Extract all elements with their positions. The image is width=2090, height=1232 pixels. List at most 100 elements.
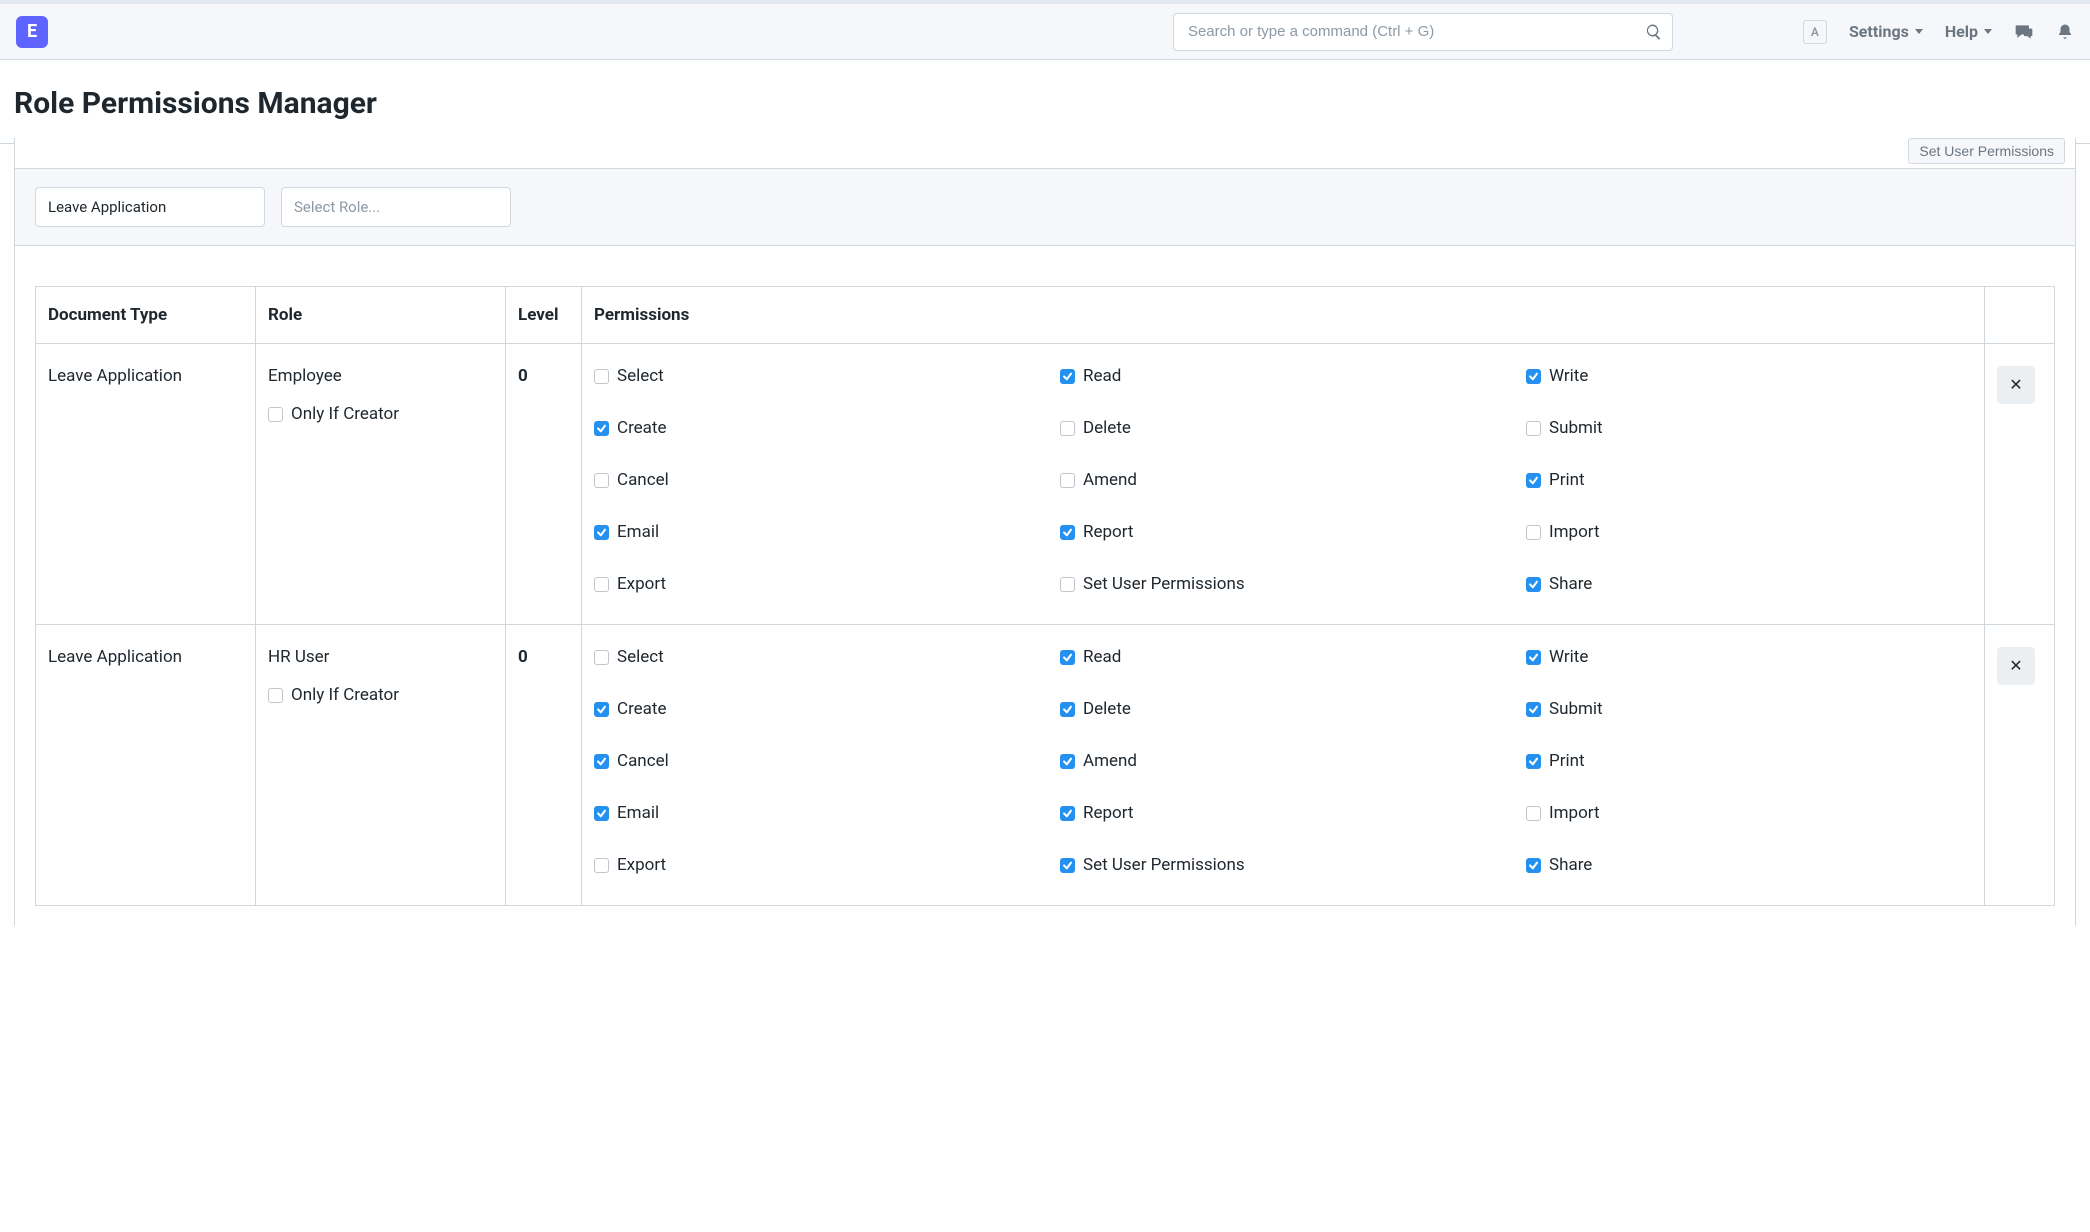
checkbox-box <box>594 806 609 821</box>
help-dropdown[interactable]: Help <box>1945 22 1992 41</box>
content-frame: Set User Permissions Leave Application S… <box>14 138 2076 926</box>
perm-checkbox[interactable]: Select <box>594 366 1040 386</box>
search-input[interactable] <box>1173 13 1673 51</box>
checkbox-box <box>1526 577 1541 592</box>
perm-checkbox[interactable]: Create <box>594 418 1040 438</box>
doctype-filter[interactable]: Leave Application <box>35 187 265 227</box>
perm-label: Share <box>1549 574 1592 594</box>
table-row: Leave Application HR User Only If Creator 0… <box>36 625 2055 906</box>
perm-checkbox[interactable]: Import <box>1526 803 1972 823</box>
navbar: E A Settings Help <box>0 0 2090 60</box>
perm-checkbox[interactable]: Print <box>1526 470 1972 490</box>
delete-row-button[interactable]: ✕ <box>1997 366 2035 404</box>
checkbox-box <box>1526 806 1541 821</box>
checkbox-box <box>1060 650 1075 665</box>
doctype-filter-value: Leave Application <box>48 198 166 216</box>
checkbox-box <box>1526 473 1541 488</box>
perm-label: Read <box>1083 366 1121 386</box>
checkbox-box <box>1526 650 1541 665</box>
perm-checkbox[interactable]: Submit <box>1526 699 1972 719</box>
cell-doctype: Leave Application <box>36 625 256 906</box>
perm-checkbox[interactable]: Report <box>1060 522 1506 542</box>
table-row: Leave ApplicationEmployeeOnly If Creator… <box>36 344 2055 625</box>
perm-label: Submit <box>1549 418 1603 438</box>
delete-row-button[interactable]: ✕ <box>1997 647 2035 685</box>
perm-checkbox[interactable]: Email <box>594 522 1040 542</box>
perm-label: Amend <box>1083 751 1137 771</box>
perm-checkbox[interactable]: Share <box>1526 855 1972 875</box>
perm-checkbox[interactable]: Read <box>1060 366 1506 386</box>
perm-label: Write <box>1549 647 1588 667</box>
col-role-header: Role <box>256 287 506 344</box>
checkbox-box <box>594 858 609 873</box>
close-icon: ✕ <box>2009 375 2022 395</box>
toolbar-row: Set User Permissions <box>15 138 2075 168</box>
checkbox-box <box>594 577 609 592</box>
col-level-header: Level <box>506 287 582 344</box>
perm-label: Delete <box>1083 699 1131 719</box>
perm-checkbox[interactable]: Import <box>1526 522 1972 542</box>
perm-checkbox[interactable]: Export <box>594 574 1040 594</box>
perm-checkbox[interactable]: Report <box>1060 803 1506 823</box>
perm-checkbox[interactable]: Set User Permissions <box>1060 855 1506 875</box>
perm-checkbox[interactable]: Share <box>1526 574 1972 594</box>
role-filter[interactable]: Select Role... <box>281 187 511 227</box>
perm-checkbox[interactable]: Email <box>594 803 1040 823</box>
set-user-permissions-button[interactable]: Set User Permissions <box>1908 138 2065 164</box>
checkbox-box <box>1060 369 1075 384</box>
perm-checkbox[interactable]: Amend <box>1060 470 1506 490</box>
perm-checkbox[interactable]: Amend <box>1060 751 1506 771</box>
perm-checkbox[interactable]: Print <box>1526 751 1972 771</box>
perm-label: Import <box>1549 803 1600 823</box>
perm-label: Write <box>1549 366 1588 386</box>
checkbox-box <box>594 702 609 717</box>
search-wrap <box>1173 13 1673 51</box>
checkbox-box <box>1526 858 1541 873</box>
only-if-creator-checkbox[interactable]: Only If Creator <box>268 685 399 705</box>
checkbox-box <box>1060 525 1075 540</box>
perm-label: Create <box>617 699 667 719</box>
perm-checkbox[interactable]: Export <box>594 855 1040 875</box>
perm-checkbox[interactable]: Write <box>1526 366 1972 386</box>
cell-permissions: Select Read Write Create Delete Submit Cancel A… <box>582 344 1985 625</box>
page-title: Role Permissions Manager <box>14 86 2076 121</box>
perm-label: Import <box>1549 522 1600 542</box>
perm-checkbox[interactable]: Delete <box>1060 418 1506 438</box>
col-actions-header <box>1985 287 2055 344</box>
perm-label: Submit <box>1549 699 1603 719</box>
cell-level: 0 <box>506 625 582 906</box>
checkbox-box <box>1060 702 1075 717</box>
only-if-creator-label: Only If Creator <box>291 685 399 705</box>
checkbox-box <box>1060 858 1075 873</box>
close-icon: ✕ <box>2009 656 2022 676</box>
permissions-table: Document Type Role Level Permissions Lea… <box>35 286 2055 906</box>
checkbox-box <box>1060 421 1075 436</box>
cell-doctype: Leave Application <box>36 344 256 625</box>
perm-checkbox[interactable]: Create <box>594 699 1040 719</box>
cell-role: EmployeeOnly If Creator <box>256 344 506 625</box>
checkbox-box <box>594 369 609 384</box>
perm-checkbox[interactable]: Submit <box>1526 418 1972 438</box>
checkbox-box <box>1060 473 1075 488</box>
perm-checkbox[interactable]: Delete <box>1060 699 1506 719</box>
table-area: Document Type Role Level Permissions Lea… <box>15 246 2075 926</box>
checkbox-box <box>268 407 283 422</box>
role-name: HR User <box>268 647 493 667</box>
perm-checkbox[interactable]: Read <box>1060 647 1506 667</box>
bell-icon[interactable] <box>2056 23 2074 41</box>
role-filter-placeholder: Select Role... <box>294 198 380 216</box>
perm-label: Email <box>617 803 659 823</box>
perm-checkbox[interactable]: Select <box>594 647 1040 667</box>
perm-checkbox[interactable]: Cancel <box>594 751 1040 771</box>
brand-logo[interactable]: E <box>16 16 48 48</box>
only-if-creator-checkbox[interactable]: Only If Creator <box>268 404 399 424</box>
perm-checkbox[interactable]: Write <box>1526 647 1972 667</box>
avatar[interactable]: A <box>1803 20 1827 44</box>
perm-checkbox[interactable]: Cancel <box>594 470 1040 490</box>
settings-dropdown[interactable]: Settings <box>1849 22 1923 41</box>
perm-label: Export <box>617 574 666 594</box>
checkbox-box <box>268 688 283 703</box>
perm-label: Report <box>1083 522 1133 542</box>
comment-icon[interactable] <box>2014 22 2034 42</box>
perm-checkbox[interactable]: Set User Permissions <box>1060 574 1506 594</box>
